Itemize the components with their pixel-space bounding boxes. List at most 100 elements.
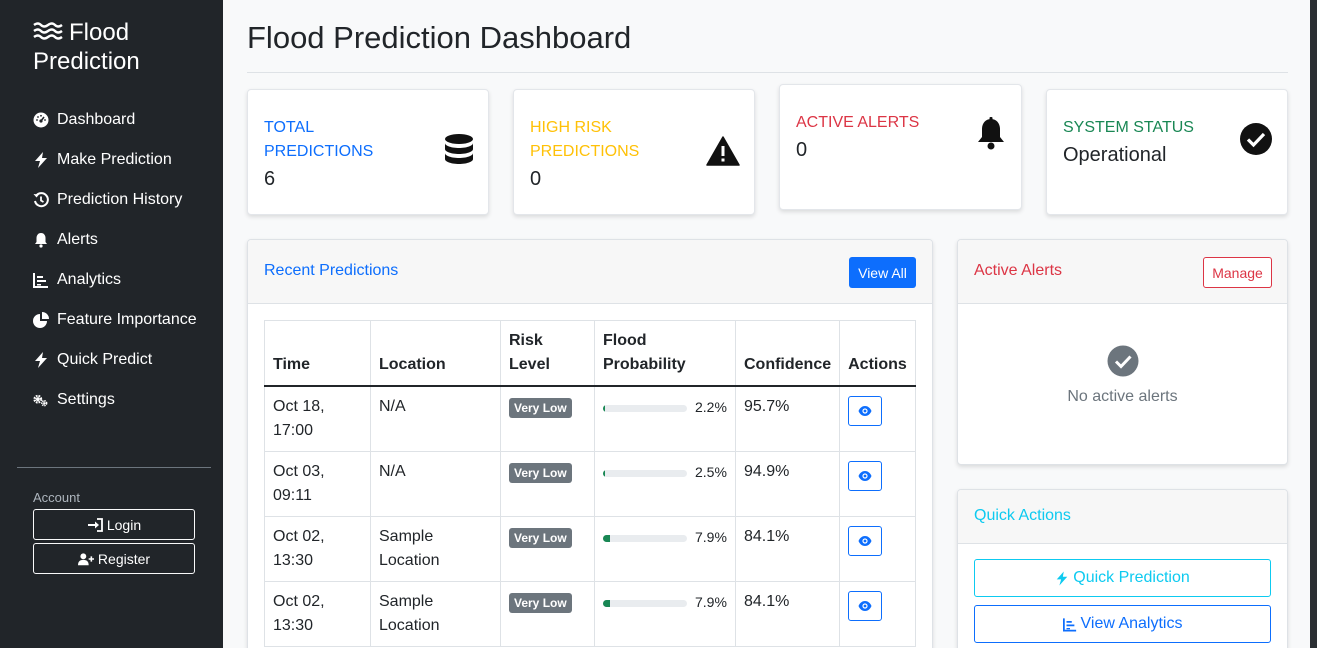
- sidebar-item-label: Alerts: [57, 231, 98, 248]
- window-edge: [1310, 0, 1317, 648]
- quick-actions-panel: Quick Actions Quick Prediction View Anal…: [957, 489, 1288, 648]
- sidebar-nav: Dashboard Make Prediction Prediction His…: [33, 108, 213, 428]
- sidebar-item-analytics[interactable]: Analytics: [33, 268, 213, 292]
- location-cell: Sample Location: [370, 516, 501, 582]
- quick-prediction-button[interactable]: Quick Prediction: [974, 559, 1271, 597]
- location-cell: Sample Location: [370, 581, 501, 647]
- user-plus-icon: [77, 552, 94, 565]
- location-cell: N/A: [370, 385, 501, 452]
- probability-fill: [603, 404, 605, 412]
- gears-icon: [33, 392, 49, 408]
- panel-header: Recent Predictions View All: [248, 240, 932, 304]
- gauge-icon: [33, 112, 49, 128]
- probability-fill: [603, 469, 606, 477]
- predictions-table: Time Location Risk Level Flood Probabili…: [264, 320, 917, 647]
- time-cell: Oct 18, 17:00: [264, 385, 371, 452]
- table-row: Oct 03, 09:11 N/A Very Low 2.5% 94.9%: [264, 451, 917, 517]
- stat-card-high-risk: HIGH RISK PREDICTIONS 0: [513, 89, 755, 215]
- view-prediction-button[interactable]: [848, 526, 883, 556]
- sidebar-item-alerts[interactable]: Alerts: [33, 228, 213, 252]
- bell-icon: [978, 117, 1004, 150]
- manage-button[interactable]: Manage: [1203, 257, 1272, 288]
- sidebar-item-label: Dashboard: [57, 111, 136, 128]
- panel-title: Quick Actions: [974, 507, 1071, 524]
- sidebar-item-label: Analytics: [57, 271, 122, 288]
- risk-cell: Very Low: [500, 385, 595, 452]
- view-prediction-button[interactable]: [848, 461, 883, 491]
- table-row: Oct 18, 17:00 N/A Very Low 2.2% 95.7%: [264, 385, 917, 452]
- probability-cell: 2.2%: [594, 385, 736, 452]
- pie-chart-icon: [33, 312, 49, 328]
- stat-label: ACTIVE ALERTS: [796, 114, 920, 131]
- main-content: Flood Prediction Dashboard TOTAL PREDICT…: [223, 0, 1310, 648]
- stat-value: Operational: [1063, 144, 1167, 166]
- view-all-button[interactable]: View All: [849, 257, 916, 288]
- probability-bar: [603, 534, 687, 542]
- probability-text: 2.2%: [695, 399, 727, 415]
- recent-predictions-panel: Recent Predictions View All Time Locatio…: [247, 239, 933, 648]
- sidebar-item-dashboard[interactable]: Dashboard: [33, 108, 213, 132]
- time-cell: Oct 02, 13:30: [264, 581, 371, 647]
- probability-cell: 7.9%: [594, 516, 736, 582]
- title-divider: [247, 72, 1288, 73]
- stat-label: SYSTEM STATUS: [1063, 119, 1194, 136]
- sidebar-item-prediction-history[interactable]: Prediction History: [33, 188, 213, 212]
- eye-icon: [858, 536, 872, 546]
- active-alerts-panel: Active Alerts Manage No active alerts: [957, 239, 1288, 465]
- login-icon: [87, 517, 103, 532]
- login-button[interactable]: Login: [33, 509, 195, 540]
- risk-cell: Very Low: [500, 451, 595, 517]
- sidebar-item-feature-importance[interactable]: Feature Importance: [33, 308, 213, 332]
- bolt-icon: [33, 352, 49, 368]
- check-circle-icon: [1107, 345, 1139, 377]
- panel-header: Quick Actions: [958, 490, 1287, 544]
- sidebar-item-label: Make Prediction: [57, 151, 172, 168]
- probability-bar: [603, 404, 687, 412]
- view-prediction-button[interactable]: [848, 396, 883, 426]
- sidebar-divider: [17, 467, 211, 468]
- confidence-cell: 95.7%: [734, 385, 841, 452]
- panel-title: Active Alerts: [974, 262, 1063, 279]
- risk-cell: Very Low: [500, 516, 595, 582]
- probability-cell: 7.9%: [594, 581, 736, 647]
- sidebar-item-make-prediction[interactable]: Make Prediction: [33, 148, 213, 172]
- column-header: Flood Probability: [594, 320, 736, 387]
- risk-badge: Very Low: [509, 593, 572, 613]
- column-header: Location: [370, 320, 501, 387]
- stat-value: 0: [796, 139, 808, 161]
- eye-icon: [858, 601, 872, 611]
- button-label: View Analytics: [1080, 615, 1183, 632]
- table-row: Oct 02, 13:30 Sample Location Very Low 7.9%…: [264, 516, 917, 582]
- column-header: Actions: [839, 320, 917, 387]
- probability-fill: [603, 534, 610, 542]
- risk-cell: Very Low: [500, 581, 595, 647]
- chart-icon: [1062, 617, 1076, 631]
- probability-bar: [603, 469, 687, 477]
- view-prediction-button[interactable]: [848, 591, 883, 621]
- confidence-cell: 84.1%: [734, 516, 841, 582]
- actions-cell: [839, 516, 917, 582]
- brand-line2: Prediction: [33, 48, 140, 75]
- account-label: Account: [33, 490, 80, 505]
- sidebar-item-quick-predict[interactable]: Quick Predict: [33, 348, 213, 372]
- stat-card-total-predictions: TOTAL PREDICTIONS 6: [247, 89, 489, 215]
- database-icon: [445, 134, 473, 164]
- table-row: Oct 02, 13:30 Sample Location Very Low 7.9%…: [264, 581, 917, 647]
- register-label: Register: [97, 550, 151, 567]
- brand[interactable]: Flood Prediction: [33, 18, 213, 76]
- register-button[interactable]: Register: [33, 543, 195, 574]
- column-header: Confidence: [734, 320, 841, 387]
- check-circle-icon: [1240, 123, 1272, 155]
- view-analytics-button[interactable]: View Analytics: [974, 605, 1271, 643]
- panel-title: Recent Predictions: [264, 262, 399, 279]
- time-cell: Oct 02, 13:30: [264, 516, 371, 582]
- risk-badge: Very Low: [509, 528, 572, 548]
- sidebar-item-label: Settings: [57, 391, 115, 408]
- sidebar-item-label: Prediction History: [57, 191, 183, 208]
- sidebar-item-settings[interactable]: Settings: [33, 388, 213, 412]
- probability-text: 2.5%: [695, 464, 727, 480]
- location-cell: N/A: [370, 451, 501, 517]
- stat-card-system-status: SYSTEM STATUS Operational: [1046, 89, 1288, 215]
- stat-card-active-alerts: ACTIVE ALERTS 0: [779, 84, 1022, 210]
- actions-cell: [839, 581, 917, 647]
